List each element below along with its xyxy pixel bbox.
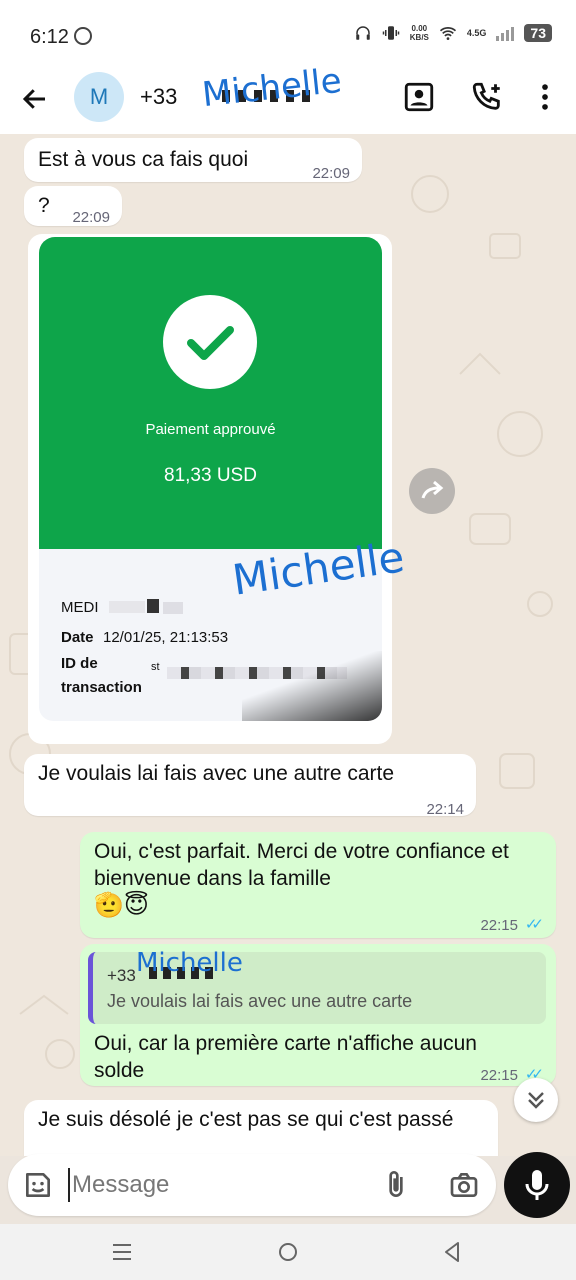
system-nav-bar [0, 1224, 576, 1280]
payment-status: Paiement approuvé [145, 421, 276, 438]
message-input[interactable] [68, 1168, 368, 1202]
merchant-label: MEDI [61, 599, 99, 616]
sticker-icon[interactable] [22, 1169, 54, 1201]
message-emoji: 🫡😇 [94, 892, 149, 919]
double-chevron-down-icon [528, 1092, 544, 1109]
message-outgoing[interactable]: Oui, c'est parfait. Merci de votre confi… [80, 832, 556, 938]
chat-header: M +33 Michelle [0, 61, 576, 134]
whatsapp-notification-icon [74, 27, 92, 45]
transaction-id-label-line2: transaction [61, 679, 142, 696]
camera-icon[interactable] [448, 1169, 480, 1201]
image-message[interactable]: Paiement approuvé 81,33 USD MEDI Date 12… [28, 234, 392, 744]
message-text: Oui, car la première carte n'affiche auc… [94, 1032, 477, 1082]
check-circle [163, 295, 257, 389]
home-icon[interactable] [276, 1240, 300, 1264]
message-incoming[interactable]: Je suis désolé je c'est pas se qui c'est… [24, 1100, 498, 1156]
payment-approved-panel: Paiement approuvé 81,33 USD [39, 237, 382, 549]
mic-icon [525, 1170, 549, 1200]
message-text: ? [38, 194, 50, 217]
redacted-merchant-block [147, 599, 159, 613]
message-time: 22:14 [426, 801, 464, 818]
status-icons: 0.00 KB/S 4.5G 73 [354, 24, 552, 42]
status-bar: 6:12 0.00 KB/S 4.5G 73 [0, 0, 576, 72]
quoted-text: Je voulais lai fais avec une autre carte [107, 991, 413, 1011]
chat-area[interactable]: Est à vous ca fais quoi 22:09 ? 22:09 Pa… [0, 134, 576, 1156]
checkmark-icon [187, 326, 234, 360]
avatar[interactable]: M [74, 72, 124, 122]
image-time: 22:14 [338, 719, 376, 736]
quoted-author: +33 [107, 966, 136, 985]
date-label: Date [61, 629, 94, 646]
attach-icon[interactable] [380, 1169, 412, 1201]
forward-icon [421, 480, 444, 499]
transaction-id-prefix: st [151, 661, 160, 673]
date-value: 12/01/25, 21:13:53 [103, 629, 229, 646]
network-type: 4.5G [466, 28, 487, 38]
transaction-id-label-line1: ID de [61, 655, 98, 672]
redacted-merchant-block [163, 602, 183, 614]
message-time: 22:15 [480, 917, 518, 934]
contact-card-icon[interactable] [402, 80, 436, 114]
message-incoming[interactable]: ? 22:09 [24, 186, 122, 226]
contact-name[interactable]: +33 [140, 84, 177, 110]
image-shade [242, 651, 382, 721]
message-text: Est à vous ca fais quoi [38, 148, 249, 171]
battery-level: 73 [524, 24, 552, 42]
message-text: Oui, c'est parfait. Merci de votre confi… [94, 840, 509, 890]
signal-icon [496, 25, 515, 41]
redacted-merchant [109, 601, 145, 613]
net-speed-value: 0.00 [411, 24, 428, 33]
vibrate-icon [382, 26, 400, 40]
more-options-icon[interactable] [528, 80, 562, 114]
message-incoming[interactable]: Est à vous ca fais quoi 22:09 [24, 138, 362, 182]
watermark-text: Michelle [136, 948, 243, 978]
status-time: 6:12 [30, 26, 69, 48]
add-call-icon[interactable] [470, 80, 504, 114]
scroll-to-bottom-button[interactable] [514, 1078, 558, 1122]
message-text: Je voulais lai fais avec une autre carte [38, 762, 395, 785]
back-arrow-icon[interactable] [20, 84, 50, 114]
wifi-icon [439, 27, 456, 40]
net-speed: 0.00 KB/S [410, 24, 429, 42]
message-incoming[interactable]: Je voulais lai fais avec une autre carte… [24, 754, 476, 818]
voice-message-button[interactable] [504, 1152, 570, 1218]
recent-apps-icon[interactable] [110, 1240, 134, 1264]
message-time: 22:09 [312, 165, 350, 182]
message-time: 22:09 [72, 209, 110, 226]
headphones-icon [356, 26, 370, 40]
forward-button[interactable] [409, 468, 455, 514]
back-icon[interactable] [440, 1240, 464, 1264]
message-text: Je suis désolé je c'est pas se qui c'est… [38, 1108, 454, 1131]
message-time: 22:15 [480, 1067, 518, 1084]
net-speed-unit: KB/S [409, 33, 429, 42]
payment-amount: 81,33 USD [164, 465, 257, 486]
message-composer [8, 1154, 496, 1216]
read-ticks-icon: ✓✓ [524, 916, 544, 933]
